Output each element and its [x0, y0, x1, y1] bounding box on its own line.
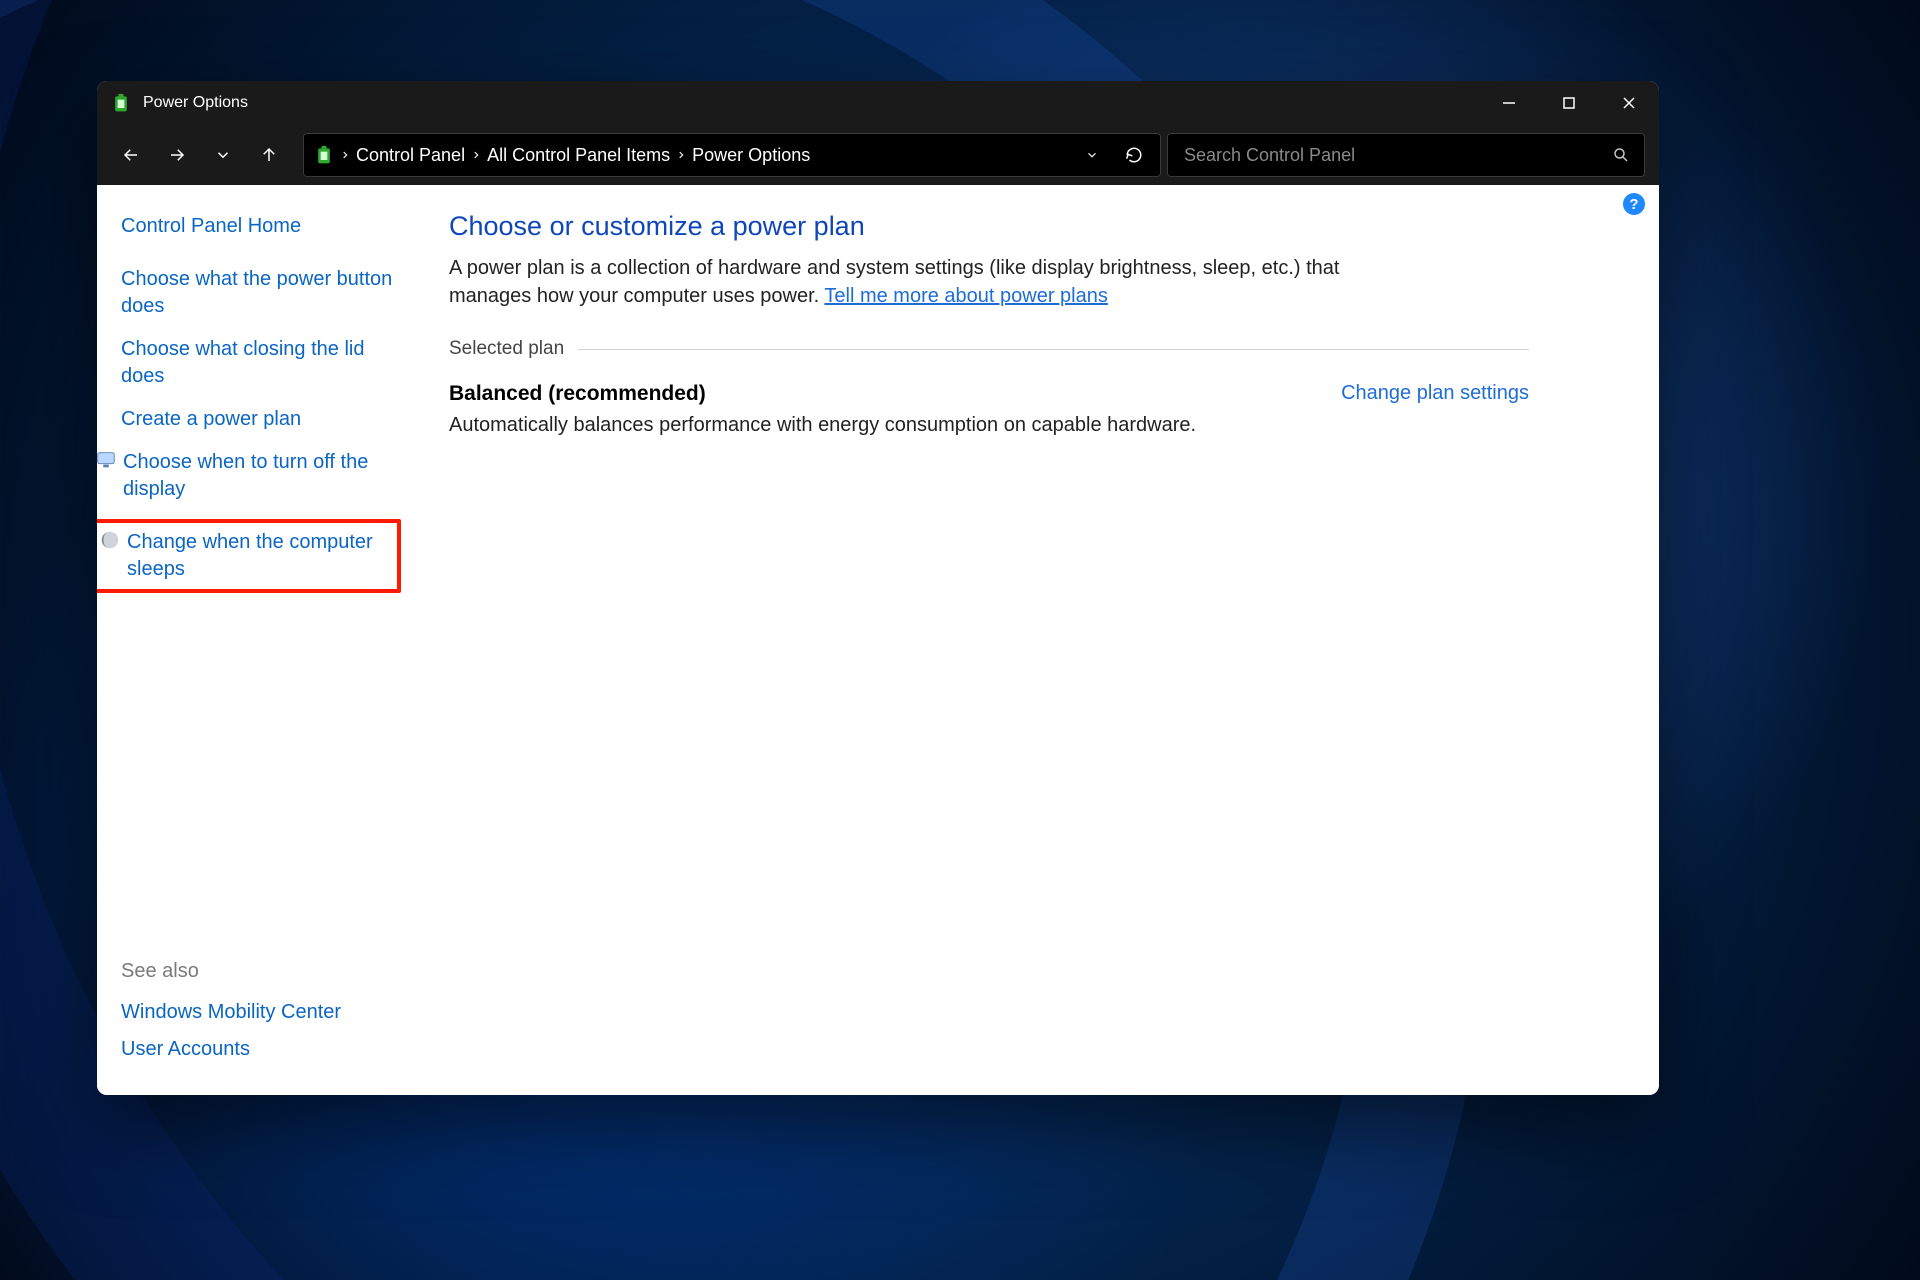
task-link-close-lid[interactable]: Choose what closing the lid does — [121, 336, 395, 390]
battery-icon — [314, 145, 334, 165]
address-bar[interactable]: Control Panel All Control Panel Items Po… — [303, 133, 1161, 177]
plan-name: Balanced (recommended) — [449, 382, 706, 406]
chevron-right-icon — [471, 150, 481, 160]
main-panel: Choose or customize a power plan A power… — [409, 185, 1659, 1095]
search-box[interactable] — [1167, 133, 1645, 177]
help-button[interactable]: ? — [1623, 193, 1645, 215]
nav-back-button[interactable] — [111, 135, 151, 175]
page-heading: Choose or customize a power plan — [449, 211, 1529, 242]
selected-plan-legend: Selected plan — [449, 338, 564, 360]
nav-history-dropdown[interactable] — [203, 135, 243, 175]
control-panel-home-link[interactable]: Control Panel Home — [121, 215, 395, 238]
change-plan-settings-link[interactable]: Change plan settings — [1341, 382, 1529, 405]
refresh-button[interactable] — [1118, 139, 1150, 171]
chevron-right-icon — [340, 150, 350, 160]
task-label: Choose what closing the lid does — [121, 336, 395, 390]
plan-description: Automatically balances performance with … — [449, 414, 1529, 437]
see-also-mobility-center[interactable]: Windows Mobility Center — [121, 1001, 395, 1024]
search-icon — [1612, 146, 1630, 164]
page-description: A power plan is a collection of hardware… — [449, 254, 1349, 310]
desktop-wallpaper: Power Options — [0, 0, 1920, 1280]
see-also-heading: See also — [121, 960, 395, 983]
titlebar: Power Options — [97, 81, 1659, 125]
nav-up-button[interactable] — [249, 135, 289, 175]
selected-plan-section: Selected plan Balanced (recommended) Cha… — [449, 338, 1529, 437]
task-link-power-button[interactable]: Choose what the power button does — [121, 266, 395, 320]
task-label: Choose what the power button does — [121, 266, 395, 320]
explorer-toolbar: Control Panel All Control Panel Items Po… — [97, 125, 1659, 185]
breadcrumb-item[interactable]: Power Options — [692, 145, 810, 166]
address-history-dropdown[interactable] — [1076, 139, 1108, 171]
breadcrumb-item[interactable]: Control Panel — [356, 145, 465, 166]
breadcrumb-item[interactable]: All Control Panel Items — [487, 145, 670, 166]
breadcrumb: Control Panel All Control Panel Items Po… — [340, 145, 1070, 166]
see-also-user-accounts[interactable]: User Accounts — [121, 1038, 395, 1061]
battery-icon — [111, 93, 131, 113]
minimize-button[interactable] — [1479, 81, 1539, 125]
task-link-computer-sleeps[interactable]: Change when the computer sleeps — [97, 519, 401, 593]
window-controls — [1479, 81, 1659, 125]
task-link-create-plan[interactable]: Create a power plan — [121, 406, 395, 433]
task-label: Change when the computer sleeps — [127, 529, 387, 583]
window-title: Power Options — [143, 94, 248, 112]
divider — [578, 349, 1529, 350]
moon-icon — [99, 529, 121, 551]
search-input[interactable] — [1182, 144, 1612, 167]
power-options-window: Power Options — [97, 81, 1659, 1095]
tell-me-more-link[interactable]: Tell me more about power plans — [824, 285, 1107, 307]
close-button[interactable] — [1599, 81, 1659, 125]
maximize-button[interactable] — [1539, 81, 1599, 125]
task-link-turn-off-display[interactable]: Choose when to turn off the display — [121, 449, 395, 503]
chevron-right-icon — [676, 150, 686, 160]
task-label: Choose when to turn off the display — [123, 449, 395, 503]
content-area: ? Control Panel Home Choose what the pow… — [97, 185, 1659, 1095]
sidebar: Control Panel Home Choose what the power… — [97, 185, 409, 1095]
task-label: Create a power plan — [121, 406, 301, 433]
monitor-icon — [97, 449, 117, 471]
nav-forward-button[interactable] — [157, 135, 197, 175]
